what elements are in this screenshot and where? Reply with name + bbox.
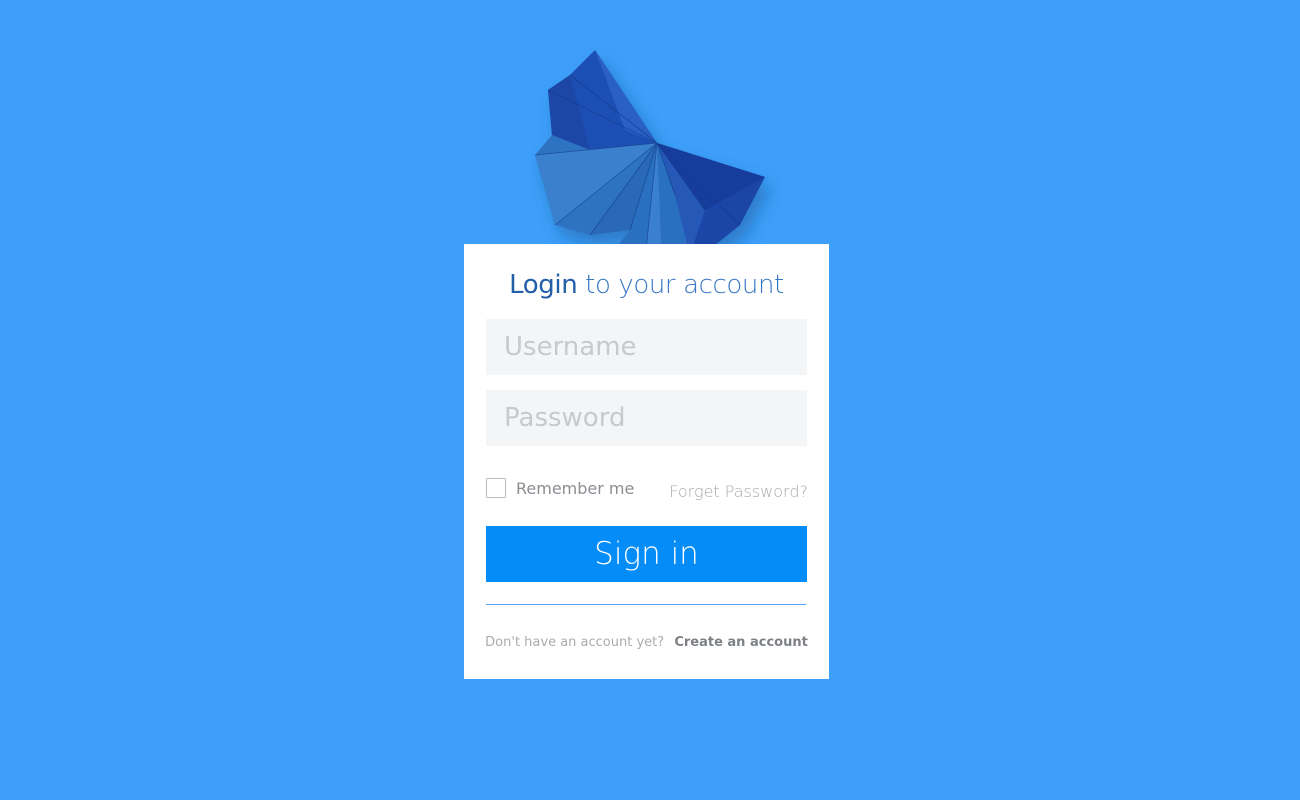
title-rest: to your account	[585, 270, 784, 300]
remember-me-checkbox[interactable]	[486, 478, 506, 498]
password-input[interactable]	[486, 390, 807, 446]
signup-prompt: Don't have an account yet? Create an acc…	[464, 635, 829, 650]
divider	[486, 604, 806, 605]
remember-me-control[interactable]: Remember me	[486, 478, 634, 498]
create-account-link[interactable]: Create an account	[674, 635, 808, 650]
remember-me-label: Remember me	[516, 478, 635, 498]
username-input[interactable]	[486, 319, 807, 375]
forgot-password-link[interactable]: Forget Password?	[669, 482, 808, 501]
login-card: Login to your account Remember me Forget…	[464, 244, 829, 679]
origami-butterfly-icon	[534, 50, 765, 265]
signup-question: Don't have an account yet?	[485, 635, 665, 650]
signin-button[interactable]: Sign in	[486, 526, 807, 582]
page-title: Login to your account	[464, 270, 829, 300]
title-strong: Login	[509, 270, 578, 300]
